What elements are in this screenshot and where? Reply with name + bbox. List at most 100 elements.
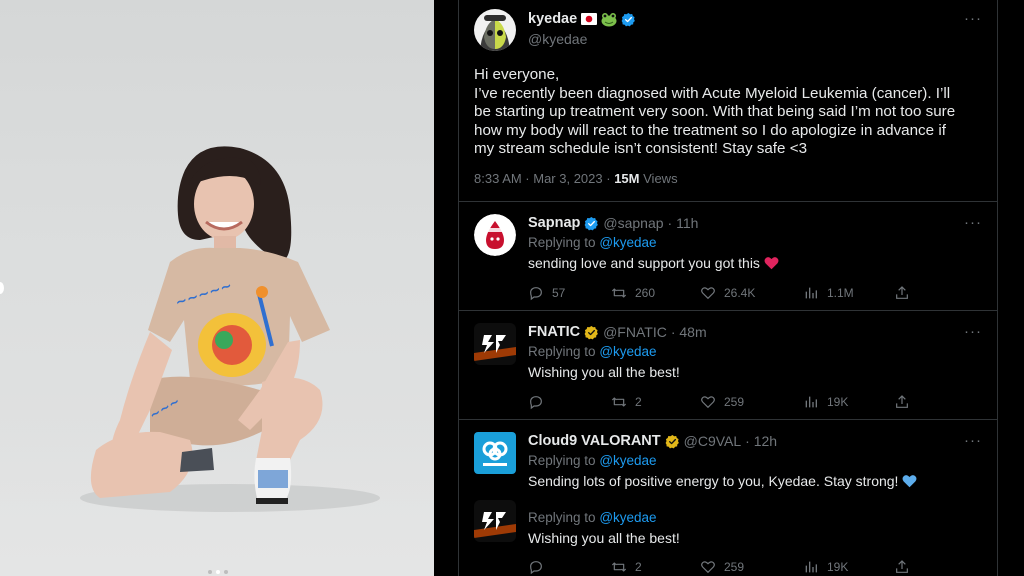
views-label: Views: [643, 171, 678, 186]
replying-to: Replying to @kyedae: [528, 235, 657, 250]
views-count: 1.1M: [827, 286, 854, 300]
share-action[interactable]: [894, 559, 910, 575]
retweet-action[interactable]: 260: [611, 285, 655, 301]
cloud9-avatar[interactable]: [474, 432, 516, 474]
replying-to-label: Replying to: [528, 235, 596, 250]
views-count[interactable]: 15M: [614, 171, 639, 186]
more-icon[interactable]: ···: [964, 432, 982, 449]
retweet-action[interactable]: 2: [611, 394, 642, 410]
reply-author-row: FNATIC @FNATIC · 48m: [528, 324, 707, 340]
right-margin: [998, 0, 1024, 576]
reply-time[interactable]: · 48m: [671, 324, 707, 340]
tweet-text-line: my stream schedule isn’t consistent! Sta…: [474, 140, 808, 157]
more-icon[interactable]: ···: [964, 323, 982, 340]
photo-panel[interactable]: ~~~~~ ~~~: [0, 0, 434, 576]
carousel-dot[interactable]: [208, 570, 212, 574]
tweet-text-line: I’ve recently been diagnosed with Acute …: [474, 84, 951, 102]
carousel-dot-active[interactable]: [216, 570, 220, 574]
reply-text: sending love and support you got this: [528, 255, 779, 271]
reply-author-handle[interactable]: @FNATIC: [603, 324, 667, 340]
reply-author-handle[interactable]: @sapnap: [603, 215, 663, 231]
like-icon: [701, 287, 715, 300]
tweet-actions: 2 259 19K: [528, 394, 908, 412]
reply-tweet[interactable]: Replying to @kyedae Wishing you all the …: [459, 492, 997, 576]
verified-badge-icon: [585, 216, 599, 230]
tweet-text-line: how my body will react to the treatment …: [474, 121, 946, 139]
replying-to-mention[interactable]: @kyedae: [599, 344, 656, 359]
share-action[interactable]: [894, 394, 910, 410]
reply-time[interactable]: · 11h: [668, 215, 699, 231]
tweet-actions: 2 259 19K: [528, 559, 908, 576]
replying-to-mention[interactable]: @kyedae: [599, 453, 656, 468]
tweet-timestamp[interactable]: 8:33 AM · Mar 3, 2023 ·: [474, 171, 611, 186]
reply-author-handle[interactable]: @C9VAL: [684, 433, 742, 449]
reply-text: Sending lots of positive energy to you, …: [528, 473, 917, 489]
tweet-text-line: Hi everyone,: [474, 66, 560, 83]
reply-action[interactable]: [528, 559, 552, 575]
reply-author-name[interactable]: FNATIC: [528, 324, 580, 340]
like-action[interactable]: 26.4K: [700, 285, 755, 301]
like-icon: [701, 396, 715, 409]
retweet-action[interactable]: 2: [611, 559, 642, 575]
tweet-thread: kyedae @kyedae ··· Hi everyone, I’ve rec…: [458, 0, 998, 576]
carousel-dots[interactable]: [208, 570, 228, 574]
reply-action[interactable]: [528, 394, 552, 410]
tweet-meta: 8:33 AM · Mar 3, 2023 · 15M Views: [474, 171, 678, 186]
replying-to-label: Replying to: [528, 453, 596, 468]
red-heart-emoji: [764, 257, 779, 270]
reply-icon: [530, 396, 542, 410]
replying-to-label: Replying to: [528, 344, 596, 359]
replying-to-mention[interactable]: @kyedae: [599, 510, 656, 525]
views-icon: [805, 396, 817, 408]
more-icon[interactable]: ···: [964, 10, 982, 27]
verified-badge-icon: [621, 12, 636, 26]
views-icon: [805, 287, 817, 299]
like-action[interactable]: 259: [700, 394, 744, 410]
main-tweet-author-row: kyedae: [528, 11, 636, 27]
share-action[interactable]: [894, 285, 910, 301]
fnatic-avatar[interactable]: [474, 323, 516, 365]
views-action[interactable]: 1.1M: [803, 285, 854, 301]
kyedae-avatar[interactable]: [474, 9, 516, 51]
reply-text: Wishing you all the best!: [528, 364, 680, 380]
more-icon[interactable]: ···: [964, 214, 982, 231]
like-count: 26.4K: [724, 286, 756, 300]
like-icon: [701, 561, 715, 574]
reply-tweet[interactable]: Sapnap @sapnap · 11h ··· Replying to @ky…: [459, 202, 997, 311]
carousel-dot[interactable]: [224, 570, 228, 574]
retweet-icon: [611, 562, 627, 572]
views-action[interactable]: 19K: [803, 559, 848, 575]
reply-tweet[interactable]: Cloud9 VALORANT @C9VAL · 12h ··· Replyin…: [459, 420, 997, 500]
sapnap-avatar[interactable]: [474, 214, 516, 256]
reply-icon: [530, 561, 542, 575]
author-name[interactable]: kyedae: [528, 11, 577, 27]
tweet-actions: 57 260 26.4K 1.1M: [528, 285, 908, 303]
replying-to-mention[interactable]: @kyedae: [599, 235, 656, 250]
reply-author-name[interactable]: Cloud9 VALORANT: [528, 433, 661, 449]
author-handle[interactable]: @kyedae: [528, 31, 587, 47]
person-photo: ~~~~~ ~~~: [80, 146, 380, 512]
verified-badge-icon: [665, 434, 679, 448]
reply-action[interactable]: 57: [528, 285, 565, 301]
reply-count: 57: [552, 286, 566, 300]
tweet-text-line: be starting up treatment very soon. With…: [474, 103, 956, 120]
reply-tweet[interactable]: FNATIC @FNATIC · 48m ··· Replying to @ky…: [459, 311, 997, 420]
frog-emoji: [601, 12, 617, 26]
reply-author-row: Cloud9 VALORANT @C9VAL · 12h: [528, 433, 777, 449]
retweet-count: 2: [635, 560, 642, 574]
reply-text-content: Sending lots of positive energy to you, …: [528, 473, 899, 489]
reply-author-name[interactable]: Sapnap: [528, 215, 580, 231]
retweet-icon: [611, 288, 627, 298]
replying-to: Replying to @kyedae: [528, 453, 657, 468]
replying-to-label: Replying to: [528, 510, 596, 525]
like-action[interactable]: 259: [700, 559, 744, 575]
share-icon: [896, 286, 908, 299]
blue-heart-emoji: [902, 475, 917, 488]
views-action[interactable]: 19K: [803, 394, 848, 410]
views-count: 19K: [827, 560, 849, 574]
reply-icon: [530, 287, 542, 301]
fnatic-avatar[interactable]: [474, 500, 516, 542]
main-tweet[interactable]: kyedae @kyedae ··· Hi everyone, I’ve rec…: [459, 0, 997, 202]
share-icon: [896, 560, 908, 573]
reply-time[interactable]: · 12h: [745, 433, 777, 449]
